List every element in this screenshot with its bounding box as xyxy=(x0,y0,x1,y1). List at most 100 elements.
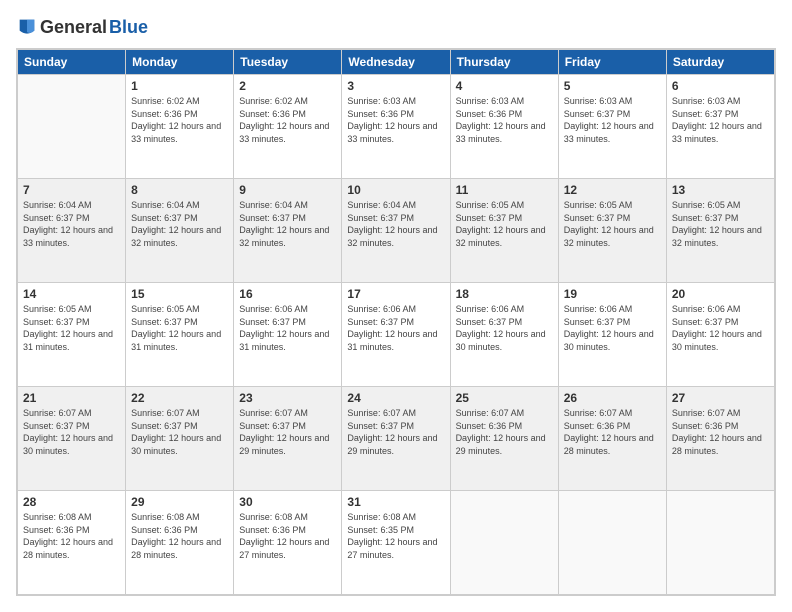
day-info: Sunrise: 6:03 AM Sunset: 6:37 PM Dayligh… xyxy=(564,95,661,145)
day-info: Sunrise: 6:05 AM Sunset: 6:37 PM Dayligh… xyxy=(672,199,769,249)
calendar-header: SundayMondayTuesdayWednesdayThursdayFrid… xyxy=(18,50,775,75)
day-info: Sunrise: 6:07 AM Sunset: 6:37 PM Dayligh… xyxy=(347,407,444,457)
day-number: 5 xyxy=(564,79,661,93)
day-number: 23 xyxy=(239,391,336,405)
weekday-header-wednesday: Wednesday xyxy=(342,50,450,75)
day-number: 18 xyxy=(456,287,553,301)
calendar-cell: 26 Sunrise: 6:07 AM Sunset: 6:36 PM Dayli… xyxy=(558,387,666,491)
calendar-cell: 7 Sunrise: 6:04 AM Sunset: 6:37 PM Daylig… xyxy=(18,179,126,283)
day-info: Sunrise: 6:02 AM Sunset: 6:36 PM Dayligh… xyxy=(131,95,228,145)
day-info: Sunrise: 6:04 AM Sunset: 6:37 PM Dayligh… xyxy=(239,199,336,249)
calendar-cell: 28 Sunrise: 6:08 AM Sunset: 6:36 PM Dayli… xyxy=(18,491,126,595)
day-number: 21 xyxy=(23,391,120,405)
day-number: 4 xyxy=(456,79,553,93)
day-number: 25 xyxy=(456,391,553,405)
calendar-cell: 11 Sunrise: 6:05 AM Sunset: 6:37 PM Dayli… xyxy=(450,179,558,283)
weekday-header-saturday: Saturday xyxy=(666,50,774,75)
logo-blue-text: Blue xyxy=(109,17,148,38)
day-number: 14 xyxy=(23,287,120,301)
weekday-header-row: SundayMondayTuesdayWednesdayThursdayFrid… xyxy=(18,50,775,75)
day-info: Sunrise: 6:04 AM Sunset: 6:37 PM Dayligh… xyxy=(131,199,228,249)
day-number: 8 xyxy=(131,183,228,197)
day-number: 2 xyxy=(239,79,336,93)
calendar-cell: 2Sunrise: 6:02 AM Sunset: 6:36 PM Daylig… xyxy=(234,75,342,179)
logo-general-text: General xyxy=(40,17,107,38)
day-info: Sunrise: 6:08 AM Sunset: 6:35 PM Dayligh… xyxy=(347,511,444,561)
calendar-cell: 23Sunrise: 6:07 AM Sunset: 6:37 PM Dayli… xyxy=(234,387,342,491)
calendar-week-row: 1 Sunrise: 6:02 AM Sunset: 6:36 PM Daylig… xyxy=(18,75,775,179)
day-info: Sunrise: 6:03 AM Sunset: 6:36 PM Dayligh… xyxy=(456,95,553,145)
day-number: 17 xyxy=(347,287,444,301)
day-info: Sunrise: 6:04 AM Sunset: 6:37 PM Dayligh… xyxy=(23,199,120,249)
calendar-week-row: 28 Sunrise: 6:08 AM Sunset: 6:36 PM Dayli… xyxy=(18,491,775,595)
calendar-cell: 3Sunrise: 6:03 AM Sunset: 6:36 PM Daylig… xyxy=(342,75,450,179)
calendar-cell: 1 Sunrise: 6:02 AM Sunset: 6:36 PM Daylig… xyxy=(126,75,234,179)
day-number: 31 xyxy=(347,495,444,509)
calendar-cell: 17 Sunrise: 6:06 AM Sunset: 6:37 PM Dayli… xyxy=(342,283,450,387)
weekday-header-thursday: Thursday xyxy=(450,50,558,75)
calendar-cell: 20 Sunrise: 6:06 AM Sunset: 6:37 PM Dayli… xyxy=(666,283,774,387)
day-info: Sunrise: 6:03 AM Sunset: 6:37 PM Dayligh… xyxy=(672,95,769,145)
weekday-header-sunday: Sunday xyxy=(18,50,126,75)
calendar-cell: 14 Sunrise: 6:05 AM Sunset: 6:37 PM Dayli… xyxy=(18,283,126,387)
day-number: 27 xyxy=(672,391,769,405)
day-info: Sunrise: 6:05 AM Sunset: 6:37 PM Dayligh… xyxy=(23,303,120,353)
calendar-week-row: 21 Sunrise: 6:07 AM Sunset: 6:37 PM Dayli… xyxy=(18,387,775,491)
calendar-cell: 6Sunrise: 6:03 AM Sunset: 6:37 PM Daylig… xyxy=(666,75,774,179)
day-info: Sunrise: 6:06 AM Sunset: 6:37 PM Dayligh… xyxy=(564,303,661,353)
weekday-header-monday: Monday xyxy=(126,50,234,75)
header: GeneralBlue xyxy=(16,16,776,38)
day-number: 10 xyxy=(347,183,444,197)
calendar-cell xyxy=(666,491,774,595)
day-info: Sunrise: 6:07 AM Sunset: 6:36 PM Dayligh… xyxy=(672,407,769,457)
calendar-cell: 30 Sunrise: 6:08 AM Sunset: 6:36 PM Dayli… xyxy=(234,491,342,595)
day-info: Sunrise: 6:06 AM Sunset: 6:37 PM Dayligh… xyxy=(239,303,336,353)
day-number: 3 xyxy=(347,79,444,93)
day-number: 30 xyxy=(239,495,336,509)
calendar-cell: 9 Sunrise: 6:04 AM Sunset: 6:37 PM Daylig… xyxy=(234,179,342,283)
calendar-cell: 19 Sunrise: 6:06 AM Sunset: 6:37 PM Dayli… xyxy=(558,283,666,387)
page: GeneralBlue SundayMondayTuesdayWednesday… xyxy=(0,0,792,612)
calendar-cell: 31 Sunrise: 6:08 AM Sunset: 6:35 PM Dayli… xyxy=(342,491,450,595)
day-number: 7 xyxy=(23,183,120,197)
day-number: 16 xyxy=(239,287,336,301)
day-number: 1 xyxy=(131,79,228,93)
calendar-week-row: 7 Sunrise: 6:04 AM Sunset: 6:37 PM Daylig… xyxy=(18,179,775,283)
logo: GeneralBlue xyxy=(16,16,148,38)
calendar-cell: 27 Sunrise: 6:07 AM Sunset: 6:36 PM Dayli… xyxy=(666,387,774,491)
day-info: Sunrise: 6:06 AM Sunset: 6:37 PM Dayligh… xyxy=(456,303,553,353)
calendar-cell: 21 Sunrise: 6:07 AM Sunset: 6:37 PM Dayli… xyxy=(18,387,126,491)
day-number: 29 xyxy=(131,495,228,509)
day-info: Sunrise: 6:06 AM Sunset: 6:37 PM Dayligh… xyxy=(672,303,769,353)
calendar-table: SundayMondayTuesdayWednesdayThursdayFrid… xyxy=(17,49,775,595)
logo-icon xyxy=(16,16,38,38)
day-number: 24 xyxy=(347,391,444,405)
day-info: Sunrise: 6:05 AM Sunset: 6:37 PM Dayligh… xyxy=(456,199,553,249)
calendar-cell: 22Sunrise: 6:07 AM Sunset: 6:37 PM Dayli… xyxy=(126,387,234,491)
day-info: Sunrise: 6:07 AM Sunset: 6:37 PM Dayligh… xyxy=(23,407,120,457)
calendar-cell: 16 Sunrise: 6:06 AM Sunset: 6:37 PM Dayli… xyxy=(234,283,342,387)
calendar-cell: 10Sunrise: 6:04 AM Sunset: 6:37 PM Dayli… xyxy=(342,179,450,283)
calendar-cell: 8 Sunrise: 6:04 AM Sunset: 6:37 PM Daylig… xyxy=(126,179,234,283)
calendar-cell xyxy=(450,491,558,595)
day-info: Sunrise: 6:05 AM Sunset: 6:37 PM Dayligh… xyxy=(131,303,228,353)
day-info: Sunrise: 6:07 AM Sunset: 6:36 PM Dayligh… xyxy=(564,407,661,457)
calendar-cell: 18 Sunrise: 6:06 AM Sunset: 6:37 PM Dayli… xyxy=(450,283,558,387)
calendar-cell xyxy=(18,75,126,179)
day-info: Sunrise: 6:08 AM Sunset: 6:36 PM Dayligh… xyxy=(23,511,120,561)
calendar-cell: 5 Sunrise: 6:03 AM Sunset: 6:37 PM Daylig… xyxy=(558,75,666,179)
calendar-week-row: 14 Sunrise: 6:05 AM Sunset: 6:37 PM Dayli… xyxy=(18,283,775,387)
day-info: Sunrise: 6:08 AM Sunset: 6:36 PM Dayligh… xyxy=(239,511,336,561)
day-number: 28 xyxy=(23,495,120,509)
calendar-body: 1 Sunrise: 6:02 AM Sunset: 6:36 PM Daylig… xyxy=(18,75,775,595)
day-number: 20 xyxy=(672,287,769,301)
calendar-cell: 25Sunrise: 6:07 AM Sunset: 6:36 PM Dayli… xyxy=(450,387,558,491)
day-number: 11 xyxy=(456,183,553,197)
day-info: Sunrise: 6:06 AM Sunset: 6:37 PM Dayligh… xyxy=(347,303,444,353)
day-number: 26 xyxy=(564,391,661,405)
day-info: Sunrise: 6:05 AM Sunset: 6:37 PM Dayligh… xyxy=(564,199,661,249)
calendar-cell: 29Sunrise: 6:08 AM Sunset: 6:36 PM Dayli… xyxy=(126,491,234,595)
calendar-cell: 4 Sunrise: 6:03 AM Sunset: 6:36 PM Daylig… xyxy=(450,75,558,179)
day-number: 9 xyxy=(239,183,336,197)
day-number: 19 xyxy=(564,287,661,301)
